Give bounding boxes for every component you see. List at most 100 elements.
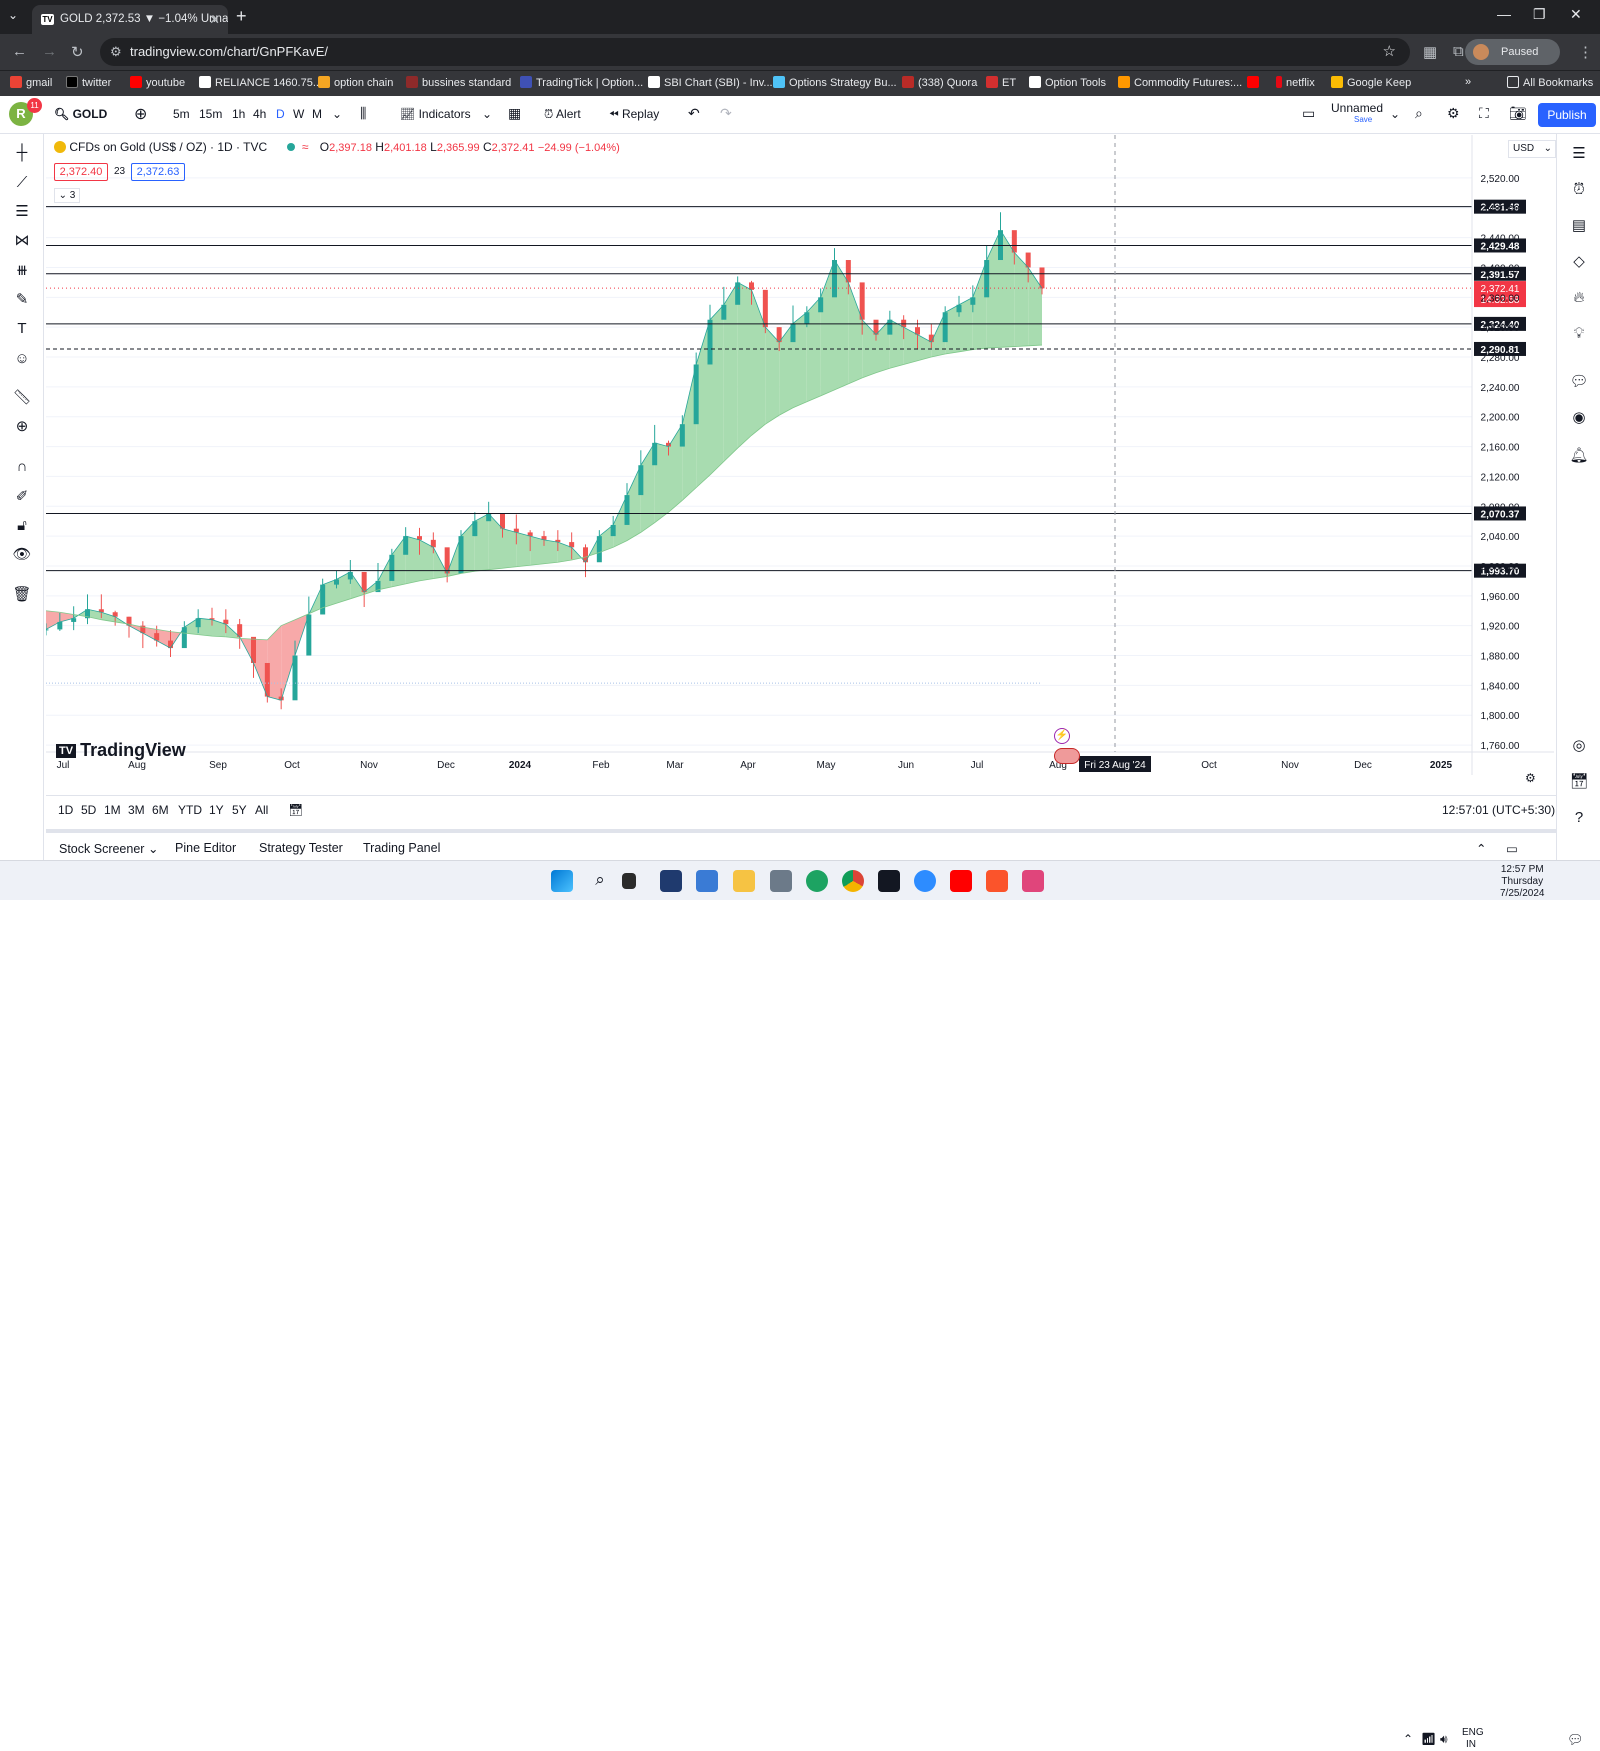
file-explorer-icon[interactable] xyxy=(733,870,755,892)
close-tab-icon[interactable]: ✕ xyxy=(209,5,220,34)
bookmark-option-chain[interactable]: option chain xyxy=(318,76,393,89)
bookmark-et[interactable]: ET xyxy=(986,76,1016,89)
goto-settings-icon[interactable]: ⚙ xyxy=(1525,771,1536,785)
restore-icon[interactable]: ❐ xyxy=(1533,6,1546,23)
store-icon[interactable] xyxy=(696,870,718,892)
magnet-icon[interactable]: ∩ xyxy=(11,456,33,478)
url-field[interactable]: ⚙ tradingview.com/chart/GnPFKavE/ ☆ xyxy=(100,38,1410,66)
interval-dropdown-icon[interactable]: ⌄ xyxy=(332,107,342,121)
crosshair-icon[interactable]: ┼ xyxy=(11,142,33,164)
menu-icon[interactable]: ⋮ xyxy=(1578,43,1593,61)
search-icon[interactable]: ⌕ xyxy=(589,870,611,892)
dom-icon[interactable]: ◎ xyxy=(1567,734,1591,758)
compare-add-icon[interactable]: ⊕ xyxy=(134,104,147,124)
price-chart[interactable]: 2,481.482,429.482,391.572,324.402,290.81… xyxy=(46,135,1554,811)
system-clock[interactable]: 12:57 PM Thursday 7/25/2024 xyxy=(1500,864,1545,900)
windows-start-icon[interactable] xyxy=(551,870,573,892)
bookmark-option-tools[interactable]: Option Tools xyxy=(1029,76,1106,89)
tab-trading-panel[interactable]: Trading Panel xyxy=(363,841,440,855)
new-tab-button[interactable]: + xyxy=(236,6,247,27)
interval-d[interactable]: D xyxy=(276,107,285,121)
fullscreen-icon[interactable]: ⛶ xyxy=(1479,105,1489,122)
publish-button[interactable]: Publish xyxy=(1538,103,1596,127)
trash-icon[interactable]: 🗑︎ xyxy=(11,584,33,606)
bookmark-sbi-chart[interactable]: SBI Chart (SBI) - Inv... xyxy=(648,76,773,89)
fib-icon[interactable]: ☰ xyxy=(11,201,33,223)
brush-icon[interactable]: ✎ xyxy=(11,289,33,311)
redo-icon[interactable]: ↷ xyxy=(720,105,732,122)
chat-icon[interactable]: 💬︎ xyxy=(1567,370,1591,394)
help-icon[interactable]: ? xyxy=(1567,806,1591,830)
range-6m[interactable]: 6M xyxy=(152,803,169,817)
projection-icon[interactable]: ⧻ xyxy=(11,260,33,282)
all-bookmarks[interactable]: All Bookmarks xyxy=(1507,76,1593,89)
tab-search-icon[interactable]: ⌄ xyxy=(8,8,18,22)
collapse-panel-icon[interactable]: ⌃ xyxy=(1476,841,1486,856)
sell-price-button[interactable]: 2,372.40 xyxy=(54,163,108,181)
chrome-icon[interactable] xyxy=(842,870,864,892)
forward-icon[interactable]: → xyxy=(42,43,57,60)
event-flash-icon[interactable]: ⚡ xyxy=(1054,728,1070,744)
streams-icon[interactable]: ◉ xyxy=(1567,406,1591,430)
interval-15m[interactable]: 15m xyxy=(199,107,222,121)
chart-type-icon[interactable]: ⫼ xyxy=(360,105,366,122)
interval-4h[interactable]: 4h xyxy=(253,107,266,121)
widgets-icon[interactable] xyxy=(660,870,682,892)
bookmark-twitter[interactable]: twitter xyxy=(66,76,111,89)
zoom-icon[interactable] xyxy=(914,870,936,892)
tab-stock-screener[interactable]: Stock Screener ⌄ xyxy=(59,841,158,856)
goto-date-icon[interactable]: 📅︎ xyxy=(288,803,303,817)
tab-pine-editor[interactable]: Pine Editor xyxy=(175,841,236,855)
edge-icon[interactable] xyxy=(806,870,828,892)
interval-m[interactable]: M xyxy=(312,107,322,121)
bookmark-quora[interactable]: (338) Quora xyxy=(902,76,977,89)
volume-icon[interactable]: 🔊︎ xyxy=(1440,1732,1448,1747)
chart-area[interactable]: 2,481.48 2,429.48 2,391.57 2,324.40 2,290.81… xyxy=(46,135,1554,811)
hotlist-icon[interactable]: 🔥︎ xyxy=(1567,286,1591,310)
site-info-icon[interactable]: ⚙ xyxy=(110,38,122,66)
pattern-icon[interactable]: ⋈ xyxy=(11,230,33,252)
range-1m[interactable]: 1M xyxy=(104,803,121,817)
data-window-icon[interactable]: ▤ xyxy=(1567,214,1591,238)
calendar-icon[interactable]: 📅︎ xyxy=(1567,770,1591,794)
drawing-mode-icon[interactable]: ✐ xyxy=(11,486,33,508)
range-5y[interactable]: 5Y xyxy=(232,803,247,817)
task-view-icon[interactable] xyxy=(622,873,636,889)
bookmark-youtube-2[interactable] xyxy=(1247,76,1263,89)
bookmark-youtube[interactable]: youtube xyxy=(130,76,185,89)
brave-beta-icon[interactable] xyxy=(1022,870,1044,892)
layers-icon[interactable]: ◇ xyxy=(1567,250,1591,274)
timezone-clock[interactable]: 12:57:01 (UTC+5:30) xyxy=(1442,803,1555,817)
ruler-icon[interactable]: 📏︎ xyxy=(11,387,33,409)
notification-center-icon[interactable]: 💬︎ xyxy=(1567,1732,1584,1748)
templates-icon[interactable]: ▦ xyxy=(508,105,521,122)
zoom-icon[interactable]: ⊕ xyxy=(11,416,33,438)
bookmark-gmail[interactable]: gmail xyxy=(10,76,52,89)
profile-button[interactable]: Paused xyxy=(1465,39,1560,65)
settings-icon[interactable]: ⚙ xyxy=(1447,105,1460,122)
range-all[interactable]: All xyxy=(255,803,268,817)
range-1d[interactable]: 1D xyxy=(58,803,73,817)
puzzle-icon[interactable]: ⧉ xyxy=(1453,43,1464,60)
bookmark-business-standard[interactable]: bussines standard xyxy=(406,76,511,89)
close-window-icon[interactable]: ✕ xyxy=(1570,6,1582,23)
snapshot-icon[interactable]: 📷︎ xyxy=(1509,105,1527,122)
minimize-icon[interactable]: — xyxy=(1497,6,1511,22)
text-icon[interactable]: T xyxy=(11,318,33,340)
more-bookmarks-icon[interactable]: » xyxy=(1465,76,1471,88)
symbol-title[interactable]: CFDs on Gold (US$ / OZ) · 1D · TVC xyxy=(69,140,267,154)
browser-tab[interactable]: TV GOLD 2,372.53 ▼ −1.04% Unna ✕ xyxy=(32,5,228,34)
calculator-icon[interactable] xyxy=(770,870,792,892)
symbol-search[interactable]: 🔍︎ GOLD xyxy=(54,107,107,121)
maximize-panel-icon[interactable]: ▭ xyxy=(1506,841,1518,856)
interval-w[interactable]: W xyxy=(293,107,304,121)
bookmark-options-strategy[interactable]: Options Strategy Bu... xyxy=(773,76,897,89)
bookmark-commodity-futures[interactable]: Commodity Futures:... xyxy=(1118,76,1242,89)
range-ytd[interactable]: YTD xyxy=(178,803,202,817)
trend-line-icon[interactable]: ⟋ xyxy=(11,172,33,194)
bookmark-tradingtick[interactable]: TradingTick | Option... xyxy=(520,76,643,89)
layout-icon[interactable]: ▭ xyxy=(1302,105,1315,122)
watchlist-icon[interactable]: ☰ xyxy=(1567,142,1591,166)
notifications-icon[interactable]: 🔔︎ xyxy=(1567,444,1591,468)
tray-chevron-icon[interactable]: ⌃ xyxy=(1403,1732,1413,1746)
